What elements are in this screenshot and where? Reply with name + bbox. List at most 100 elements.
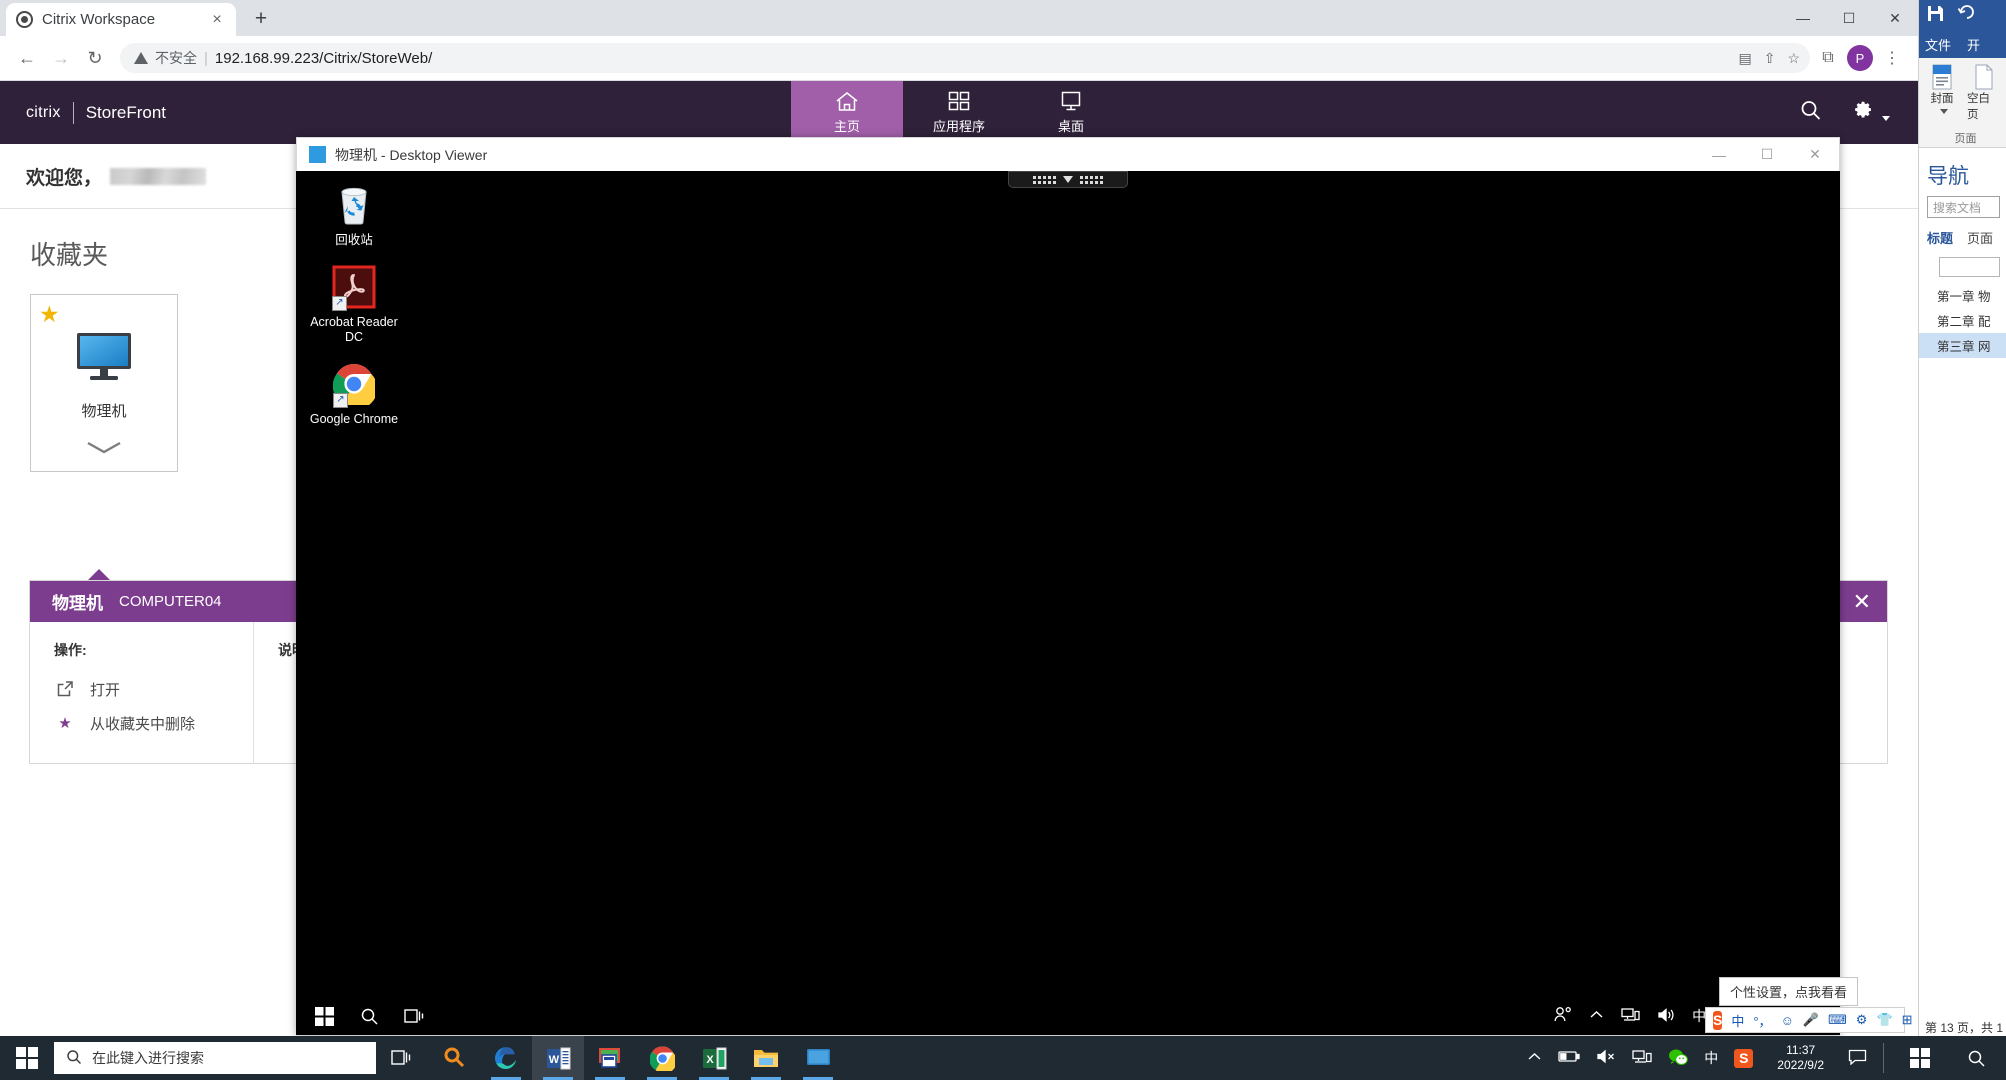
storefront-logo[interactable]: citrix StoreFront bbox=[0, 81, 166, 144]
tab-desktops[interactable]: 桌面 bbox=[1015, 81, 1127, 144]
taskbar-app-google-chrome[interactable] bbox=[636, 1036, 688, 1080]
tab-home[interactable]: 开 bbox=[1967, 35, 1980, 54]
undo-icon[interactable] bbox=[1957, 5, 1975, 25]
tab-pages[interactable]: 页面 bbox=[1967, 228, 1993, 247]
sogou-tray-icon[interactable]: S bbox=[1734, 1048, 1754, 1068]
sogou-item-menu[interactable]: ⊞ bbox=[1902, 1012, 1913, 1028]
desktop-icon-google-chrome[interactable]: ↗ Google Chrome bbox=[306, 360, 402, 428]
task-view-icon[interactable] bbox=[376, 1036, 428, 1080]
sogou-item-chinese[interactable]: 中 bbox=[1731, 1011, 1744, 1030]
open-action[interactable]: 打开 bbox=[54, 672, 229, 706]
chevron-up-icon[interactable] bbox=[1527, 1050, 1542, 1066]
secondary-windows-start-icon[interactable] bbox=[1900, 1036, 1940, 1080]
taskbar-app-microsoft-edge[interactable] bbox=[480, 1036, 532, 1080]
ime-mode-label[interactable]: 中 bbox=[1692, 1006, 1706, 1026]
star-icon[interactable]: ★ bbox=[39, 303, 60, 326]
secondary-search-icon[interactable] bbox=[1956, 1036, 1996, 1080]
storefront-nav-tabs: 主页 应用程序 桌面 bbox=[791, 81, 1127, 144]
sogou-logo-icon[interactable]: S bbox=[1713, 1010, 1723, 1030]
reload-icon[interactable]: ↻ bbox=[80, 43, 110, 73]
minimize-icon[interactable]: — bbox=[1780, 0, 1826, 36]
save-icon[interactable] bbox=[1927, 5, 1944, 26]
navigation-chapter-2[interactable]: 第二章 配 bbox=[1919, 308, 2006, 333]
forward-icon[interactable]: → bbox=[46, 43, 76, 73]
battery-icon[interactable] bbox=[1558, 1050, 1580, 1066]
taskbar-app-microsoft-excel[interactable]: X bbox=[688, 1036, 740, 1080]
minimize-icon[interactable]: — bbox=[1695, 138, 1743, 172]
remove-favorite-action[interactable]: ★ 从收藏夹中删除 bbox=[54, 706, 229, 740]
document-search-input[interactable]: 搜索文档 bbox=[1927, 196, 2000, 218]
sogou-item-voice[interactable]: 🎤 bbox=[1803, 1012, 1819, 1028]
sogou-item-skin[interactable]: 👕 bbox=[1876, 1012, 1892, 1028]
maximize-icon[interactable]: ☐ bbox=[1743, 138, 1791, 172]
network-icon[interactable] bbox=[1632, 1049, 1652, 1068]
volume-muted-icon[interactable] bbox=[1596, 1049, 1616, 1067]
navigation-chapter-1[interactable]: 第一章 物 bbox=[1919, 283, 2006, 308]
tab-file[interactable]: 文件 bbox=[1925, 35, 1951, 54]
desktop-viewer-titlebar[interactable]: 物理机 - Desktop Viewer — ☐ ✕ bbox=[296, 137, 1840, 171]
taskbar-app-citrix-workspace[interactable] bbox=[792, 1036, 844, 1080]
cover-page-command[interactable]: 封面 bbox=[1925, 64, 1959, 122]
close-icon[interactable]: ✕ bbox=[1872, 0, 1918, 36]
address-bar[interactable]: 不安全 | 192.168.99.223/Citrix/StoreWeb/ ▤ … bbox=[120, 43, 1810, 73]
avatar[interactable]: P bbox=[1846, 44, 1874, 72]
taskbar-search-placeholder: 在此键入进行搜索 bbox=[92, 1050, 204, 1066]
navigation-chapter-3[interactable]: 第三章 网 bbox=[1919, 333, 2006, 358]
chevron-down-icon[interactable] bbox=[84, 439, 124, 461]
maximize-icon[interactable]: ☐ bbox=[1826, 0, 1872, 36]
shortcut-arrow-icon: ↗ bbox=[332, 295, 347, 311]
sogou-tooltip[interactable]: 个性设置，点我看看 bbox=[1719, 977, 1859, 1006]
sogou-item-punctuation[interactable]: °， bbox=[1753, 1011, 1771, 1030]
windows-start-icon[interactable] bbox=[302, 997, 347, 1035]
extensions-icon[interactable]: ⧉ bbox=[1814, 44, 1842, 72]
taskbar-app-microsoft-word[interactable]: W bbox=[532, 1036, 584, 1080]
chevron-down-icon[interactable] bbox=[1939, 109, 1948, 114]
sogou-item-emoji[interactable]: ☺ bbox=[1781, 1013, 1794, 1028]
sogou-item-keyboard[interactable]: ⌨ bbox=[1828, 1012, 1847, 1028]
taskbar-search-input[interactable]: 在此键入进行搜索 bbox=[54, 1042, 376, 1074]
tab-headings[interactable]: 标题 bbox=[1927, 228, 1953, 247]
volume-icon[interactable] bbox=[1657, 1007, 1675, 1026]
back-icon[interactable]: ← bbox=[12, 43, 42, 73]
favorite-resource-card[interactable]: ★ 物理机 bbox=[30, 294, 178, 472]
desktop-icon-acrobat-reader[interactable]: ↗ Acrobat Reader DC bbox=[306, 263, 402, 346]
tab-home[interactable]: 主页 bbox=[791, 81, 903, 144]
citrix-toolbar-handle-icon[interactable] bbox=[1008, 171, 1128, 188]
search-icon[interactable] bbox=[1799, 99, 1822, 127]
taskbar-app-photos[interactable] bbox=[584, 1036, 636, 1080]
tab-apps[interactable]: 应用程序 bbox=[903, 81, 1015, 144]
blank-page-label: 空白页 bbox=[1967, 93, 1990, 121]
favorite-resource-label: 物理机 bbox=[81, 403, 127, 420]
search-icon[interactable] bbox=[347, 997, 392, 1035]
bookmark-star-icon[interactable]: ☆ bbox=[1787, 50, 1800, 67]
close-icon[interactable]: ✕ bbox=[1791, 138, 1839, 172]
network-icon[interactable] bbox=[1621, 1007, 1640, 1026]
blank-page-command[interactable]: 空白页 bbox=[1967, 64, 2001, 122]
close-icon[interactable]: × bbox=[208, 11, 226, 29]
new-tab-button[interactable]: + bbox=[246, 4, 276, 34]
word-quick-access-toolbar bbox=[1919, 0, 2006, 30]
people-icon[interactable] bbox=[1554, 1006, 1572, 1026]
ime-mode-label[interactable]: 中 bbox=[1704, 1048, 1718, 1068]
actions-label: 操作: bbox=[54, 642, 87, 658]
payment-icon[interactable]: ▤ bbox=[1738, 50, 1751, 67]
browser-tab[interactable]: Citrix Workspace × bbox=[6, 3, 236, 36]
sogou-item-toolbox[interactable]: ⚙ bbox=[1856, 1012, 1868, 1028]
monitor-icon bbox=[1058, 90, 1084, 113]
taskbar-clock[interactable]: 11:37 2022/9/2 bbox=[1769, 1043, 1832, 1073]
gear-icon[interactable] bbox=[1854, 100, 1890, 126]
action-center-icon[interactable] bbox=[1848, 1049, 1867, 1068]
show-hidden-icons-icon[interactable] bbox=[1589, 1008, 1604, 1024]
taskbar-app-file-explorer[interactable] bbox=[740, 1036, 792, 1080]
navigation-item-box[interactable] bbox=[1939, 257, 2000, 277]
wechat-icon[interactable] bbox=[1668, 1048, 1689, 1069]
browser-tab-label: Citrix Workspace bbox=[42, 11, 156, 28]
chrome-menu-icon[interactable]: ⋮ bbox=[1878, 44, 1906, 72]
task-view-icon[interactable] bbox=[392, 997, 437, 1035]
taskbar-app-cortana-search[interactable] bbox=[428, 1036, 480, 1080]
close-icon[interactable]: ✕ bbox=[1853, 581, 1871, 622]
citrix-workspace-favicon-icon bbox=[16, 11, 33, 28]
share-icon[interactable]: ⇧ bbox=[1764, 50, 1776, 67]
desktop-icon-recycle-bin[interactable]: 回收站 bbox=[306, 181, 402, 249]
windows-start-icon[interactable] bbox=[0, 1036, 54, 1080]
